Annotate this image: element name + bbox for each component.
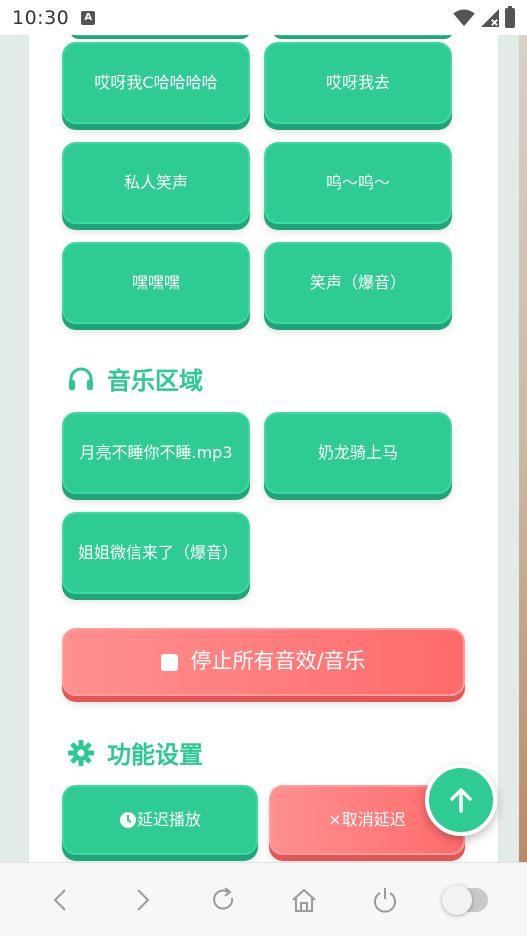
delay-play-label: 延迟播放 [136, 810, 201, 829]
sound-button-aiyawoc[interactable]: 哎呀我C哈哈哈哈 [62, 42, 250, 124]
wifi-icon [453, 8, 475, 26]
clock-icon [119, 812, 136, 828]
home-button[interactable] [282, 878, 326, 922]
status-time: 10:30 [12, 6, 70, 29]
refresh-button[interactable] [201, 878, 245, 922]
sound-button-heiheihei[interactable]: 嘿嘿嘿 [62, 242, 250, 324]
delay-play-button[interactable]: 延迟播放 [62, 785, 258, 855]
arrow-up-icon [450, 788, 472, 813]
music-button-nailong[interactable]: 奶龙骑上马 [264, 412, 452, 494]
back-button[interactable] [39, 878, 83, 922]
power-button[interactable] [363, 878, 407, 922]
stop-all-label: 停止所有音效/音乐 [190, 649, 366, 674]
background-strip [519, 35, 527, 862]
sound-button-laugh-loud[interactable]: 笑声（爆音） [264, 242, 452, 324]
offscreen-button-left[interactable] [69, 35, 251, 39]
toggle-switch[interactable] [442, 884, 489, 915]
bottom-nav [0, 862, 527, 936]
gear-icon [68, 739, 94, 766]
music-section-label: 音乐区域 [107, 367, 203, 395]
settings-section-label: 功能设置 [107, 741, 203, 769]
sound-button-wuwu[interactable]: 呜～呜～ [264, 142, 452, 224]
refresh-icon [213, 886, 233, 910]
scroll-to-top-button[interactable] [425, 764, 497, 836]
forward-icon [137, 888, 150, 911]
music-button-moon[interactable]: 月亮不睡你不睡.mp3 [62, 412, 250, 494]
stop-all-content: 停止所有音效/音乐 [161, 646, 366, 678]
music-button-jiejie[interactable]: 姐姐微信来了（爆音） [62, 512, 250, 594]
back-icon [53, 888, 66, 911]
home-icon [292, 888, 316, 912]
toggle-knob [442, 884, 473, 915]
stop-all-button[interactable]: 停止所有音效/音乐 [62, 628, 465, 696]
settings-section-title: 功能设置 [67, 735, 203, 770]
offscreen-button-right[interactable] [272, 35, 454, 39]
battery-icon [505, 5, 515, 28]
headphones-icon [69, 367, 93, 390]
power-icon [374, 887, 397, 913]
content-card: 哎呀我C哈哈哈哈 哎呀我去 私人笑声 呜～呜～ 嘿嘿嘿 笑声（爆音） 音乐区域 … [29, 35, 498, 862]
stop-icon [161, 653, 179, 671]
sound-button-aiyawoqu[interactable]: 哎呀我去 [264, 42, 452, 124]
status-bar: 10:30 A [0, 0, 527, 35]
signal-icon [481, 8, 499, 27]
forward-button[interactable] [120, 878, 164, 922]
toggle-switch-container[interactable] [442, 878, 489, 922]
sound-button-private-laugh[interactable]: 私人笑声 [62, 142, 250, 224]
notification-icon: A [81, 10, 96, 25]
music-section-title: 音乐区域 [67, 361, 203, 396]
status-icons [453, 5, 515, 28]
